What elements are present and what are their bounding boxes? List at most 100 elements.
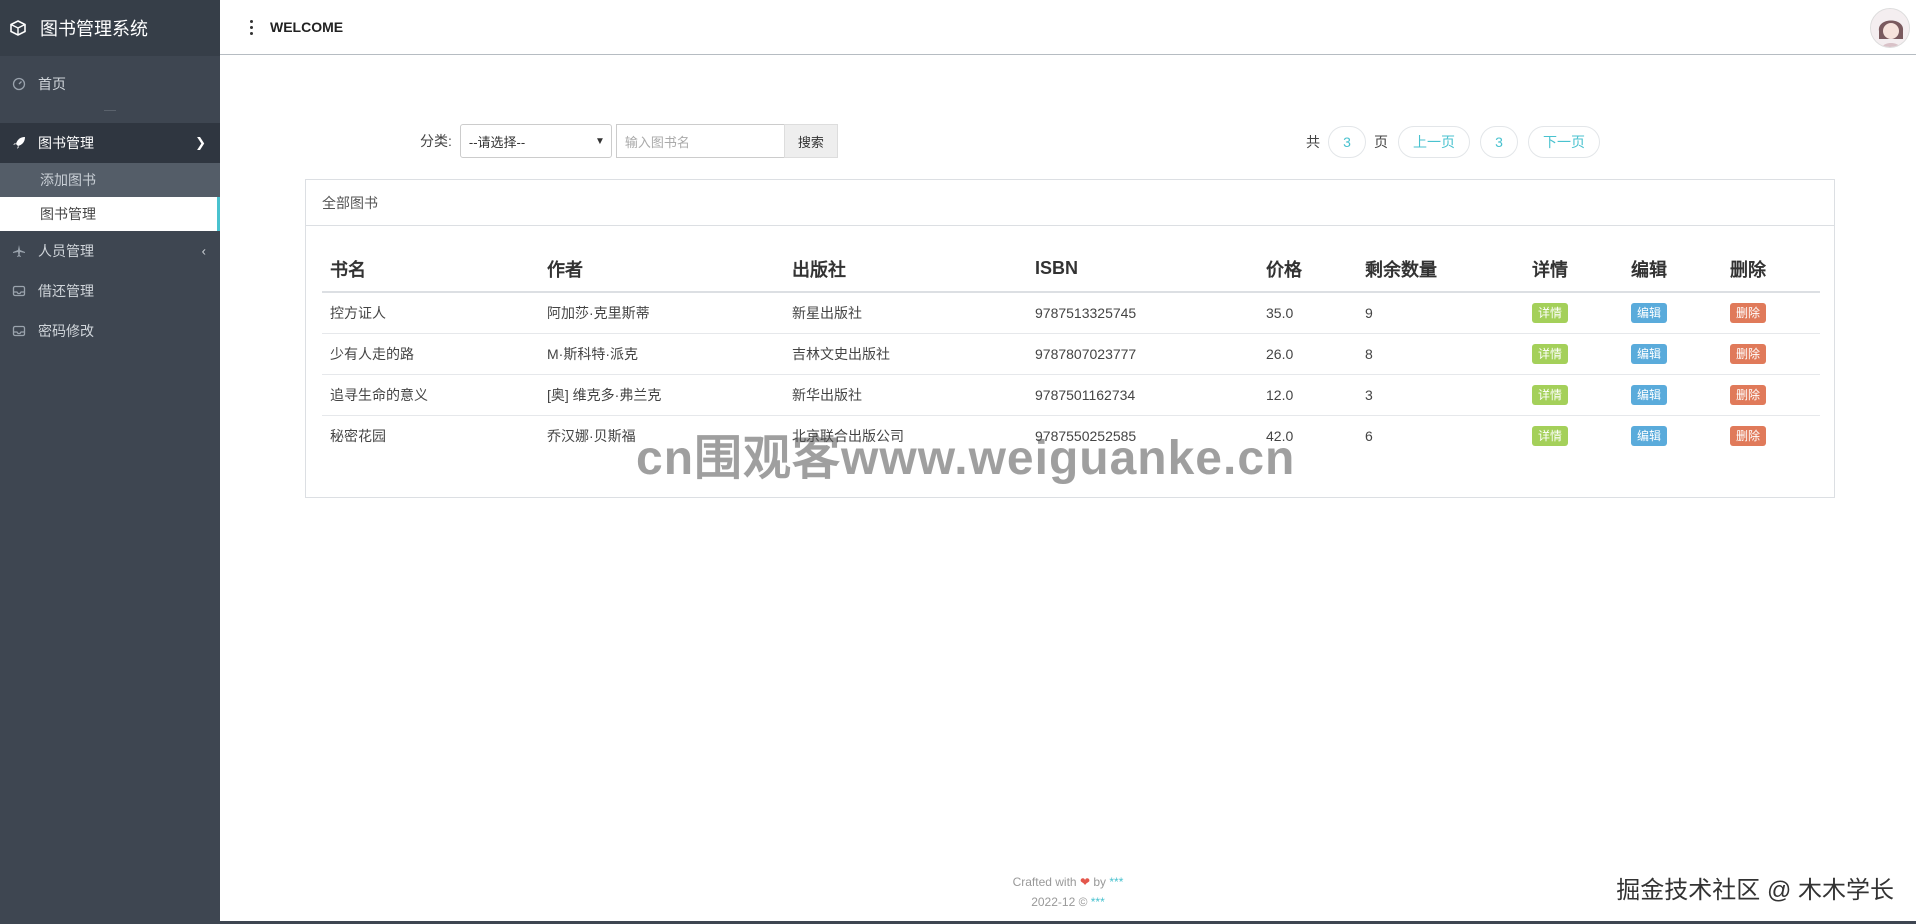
avatar[interactable] — [1870, 8, 1910, 48]
chevron-down-icon: ▼ — [594, 135, 605, 147]
edit-cell: 编辑 — [1623, 374, 1722, 416]
prev-page-button[interactable]: 上一页 — [1398, 126, 1470, 158]
watermark-text: cn围观客www.weiguanke.cn — [636, 432, 1296, 485]
edit-button[interactable]: 编辑 — [1631, 425, 1667, 446]
column-header: 剩余数量 — [1357, 246, 1524, 293]
table-row: 少有人走的路 M·斯科特·派克 吉林文史出版社 9787807023777 26… — [322, 333, 1820, 375]
panel-title: 全部图书 — [306, 180, 1834, 226]
chevron-down-icon: ❯ — [195, 135, 206, 150]
sidebar: 图书管理系统 首页 图书管理 ❯ 添加图书 图书管理 人员管理 ‹ 借还管理 密… — [0, 0, 220, 924]
delete-cell: 删除 — [1722, 374, 1820, 416]
book-name-search-input[interactable]: 输入图书名 — [615, 124, 784, 158]
book-publisher: 新星出版社 — [784, 292, 1027, 334]
delete-button[interactable]: 删除 — [1730, 425, 1766, 446]
book-stock: 9 — [1357, 292, 1524, 334]
pagination: 共 3 页 上一页 3 下一页 — [1306, 126, 1600, 158]
column-header: 作者 — [539, 246, 784, 293]
chevron-left-icon: ‹ — [201, 243, 206, 259]
inbox-icon — [12, 285, 26, 297]
detail-button[interactable]: 详情 — [1532, 425, 1568, 446]
book-stock: 8 — [1357, 333, 1524, 375]
sidebar-item-label: 首页 — [38, 76, 66, 92]
cube-icon — [10, 20, 26, 36]
sidebar-item-home[interactable]: 首页 — [0, 64, 220, 104]
book-publisher: 新华出版社 — [784, 374, 1027, 416]
book-name: 少有人走的路 — [322, 333, 539, 375]
search-placeholder: 输入图书名 — [624, 134, 690, 150]
sidebar-subitem-add-book[interactable]: 添加图书 — [0, 163, 220, 197]
sidebar-item-people-management[interactable]: 人员管理 ‹ — [0, 231, 220, 271]
detail-cell: 详情 — [1524, 292, 1623, 334]
footer-crafted: Crafted with — [1012, 875, 1077, 889]
sidebar-item-label: 图书管理 — [38, 135, 94, 151]
book-price: 35.0 — [1258, 292, 1357, 334]
app-brand[interactable]: 图书管理系统 — [0, 0, 220, 56]
search-bar: 分类: --请选择-- ▼ 输入图书名 搜索 — [420, 124, 838, 158]
detail-cell: 详情 — [1524, 333, 1623, 375]
detail-button[interactable]: 详情 — [1532, 302, 1568, 323]
book-author: [奥] 维克多·弗兰克 — [539, 374, 784, 416]
edit-cell: 编辑 — [1623, 292, 1722, 334]
sidebar-item-password[interactable]: 密码修改 — [0, 311, 220, 351]
book-publisher: 吉林文史出版社 — [784, 333, 1027, 375]
detail-cell: 详情 — [1524, 415, 1623, 456]
detail-button[interactable]: 详情 — [1532, 384, 1568, 405]
detail-button[interactable]: 详情 — [1532, 343, 1568, 364]
delete-button[interactable]: 删除 — [1730, 384, 1766, 405]
book-name: 秘密花园 — [330, 427, 386, 444]
delete-cell: 删除 — [1722, 292, 1820, 334]
search-button[interactable]: 搜索 — [783, 124, 838, 158]
sidebar-subitem-book-management[interactable]: 图书管理 — [0, 197, 220, 231]
book-stock: 6 — [1365, 427, 1373, 444]
total-prefix: 共 — [1306, 134, 1320, 150]
next-page-button[interactable]: 下一页 — [1528, 126, 1600, 158]
footer-date: 2022-12 © — [1031, 895, 1088, 909]
book-author: 阿加莎·克里斯蒂 — [539, 292, 784, 334]
edit-button[interactable]: 编辑 — [1631, 384, 1667, 405]
inbox-icon — [12, 325, 26, 337]
category-select-value: --请选择-- — [468, 134, 526, 150]
heart-icon: ❤ — [1079, 875, 1091, 889]
divider — [104, 110, 116, 111]
plane-icon — [13, 245, 25, 257]
delete-button[interactable]: 删除 — [1730, 343, 1766, 364]
book-isbn: 9787807023777 — [1027, 333, 1258, 375]
edit-button[interactable]: 编辑 — [1631, 302, 1667, 323]
sidebar-item-label: 人员管理 — [38, 243, 94, 259]
dashboard-icon — [12, 77, 26, 91]
app-title: 图书管理系统 — [40, 19, 148, 39]
footer-owner-link[interactable]: *** — [1091, 895, 1105, 909]
current-page[interactable]: 3 — [1480, 126, 1518, 158]
book-stock: 3 — [1357, 374, 1524, 416]
column-header: ISBN — [1027, 246, 1258, 293]
sidebar-item-label: 密码修改 — [38, 323, 94, 339]
menu-toggle-icon[interactable] — [242, 19, 260, 35]
column-header: 编辑 — [1623, 246, 1722, 293]
top-bar: WELCOME — [220, 0, 1916, 55]
footer-author-link[interactable]: *** — [1109, 875, 1123, 889]
book-isbn: 9787501162734 — [1027, 374, 1258, 416]
book-author: M·斯科特·派克 — [539, 333, 784, 375]
sidebar-item-borrow-management[interactable]: 借还管理 — [0, 271, 220, 311]
book-price: 26.0 — [1258, 333, 1357, 375]
sidebar-subitem-label: 添加图书 — [40, 172, 96, 188]
total-pages: 3 — [1328, 126, 1366, 158]
book-name: 控方证人 — [322, 292, 539, 334]
delete-cell: 删除 — [1722, 333, 1820, 375]
book-isbn: 9787513325745 — [1027, 292, 1258, 334]
table-row: 控方证人 阿加莎·克里斯蒂 新星出版社 9787513325745 35.0 9… — [322, 292, 1820, 334]
column-header: 价格 — [1258, 246, 1357, 293]
delete-button[interactable]: 删除 — [1730, 302, 1766, 323]
edit-cell: 编辑 — [1623, 333, 1722, 375]
book-name: 追寻生命的意义 — [322, 374, 539, 416]
welcome-text: WELCOME — [270, 19, 344, 35]
total-suffix: 页 — [1374, 134, 1388, 150]
table-header-row: 书名 作者 出版社 ISBN 价格 剩余数量 详情 编辑 删除 — [322, 246, 1820, 293]
footer-by: by — [1093, 875, 1107, 889]
sidebar-item-book-management[interactable]: 图书管理 ❯ — [0, 123, 220, 163]
edit-button[interactable]: 编辑 — [1631, 343, 1667, 364]
category-select[interactable]: --请选择-- ▼ — [459, 124, 612, 158]
category-label: 分类: — [420, 133, 452, 149]
edit-cell: 编辑 — [1623, 415, 1722, 456]
sidebar-subitem-label: 图书管理 — [40, 206, 96, 222]
